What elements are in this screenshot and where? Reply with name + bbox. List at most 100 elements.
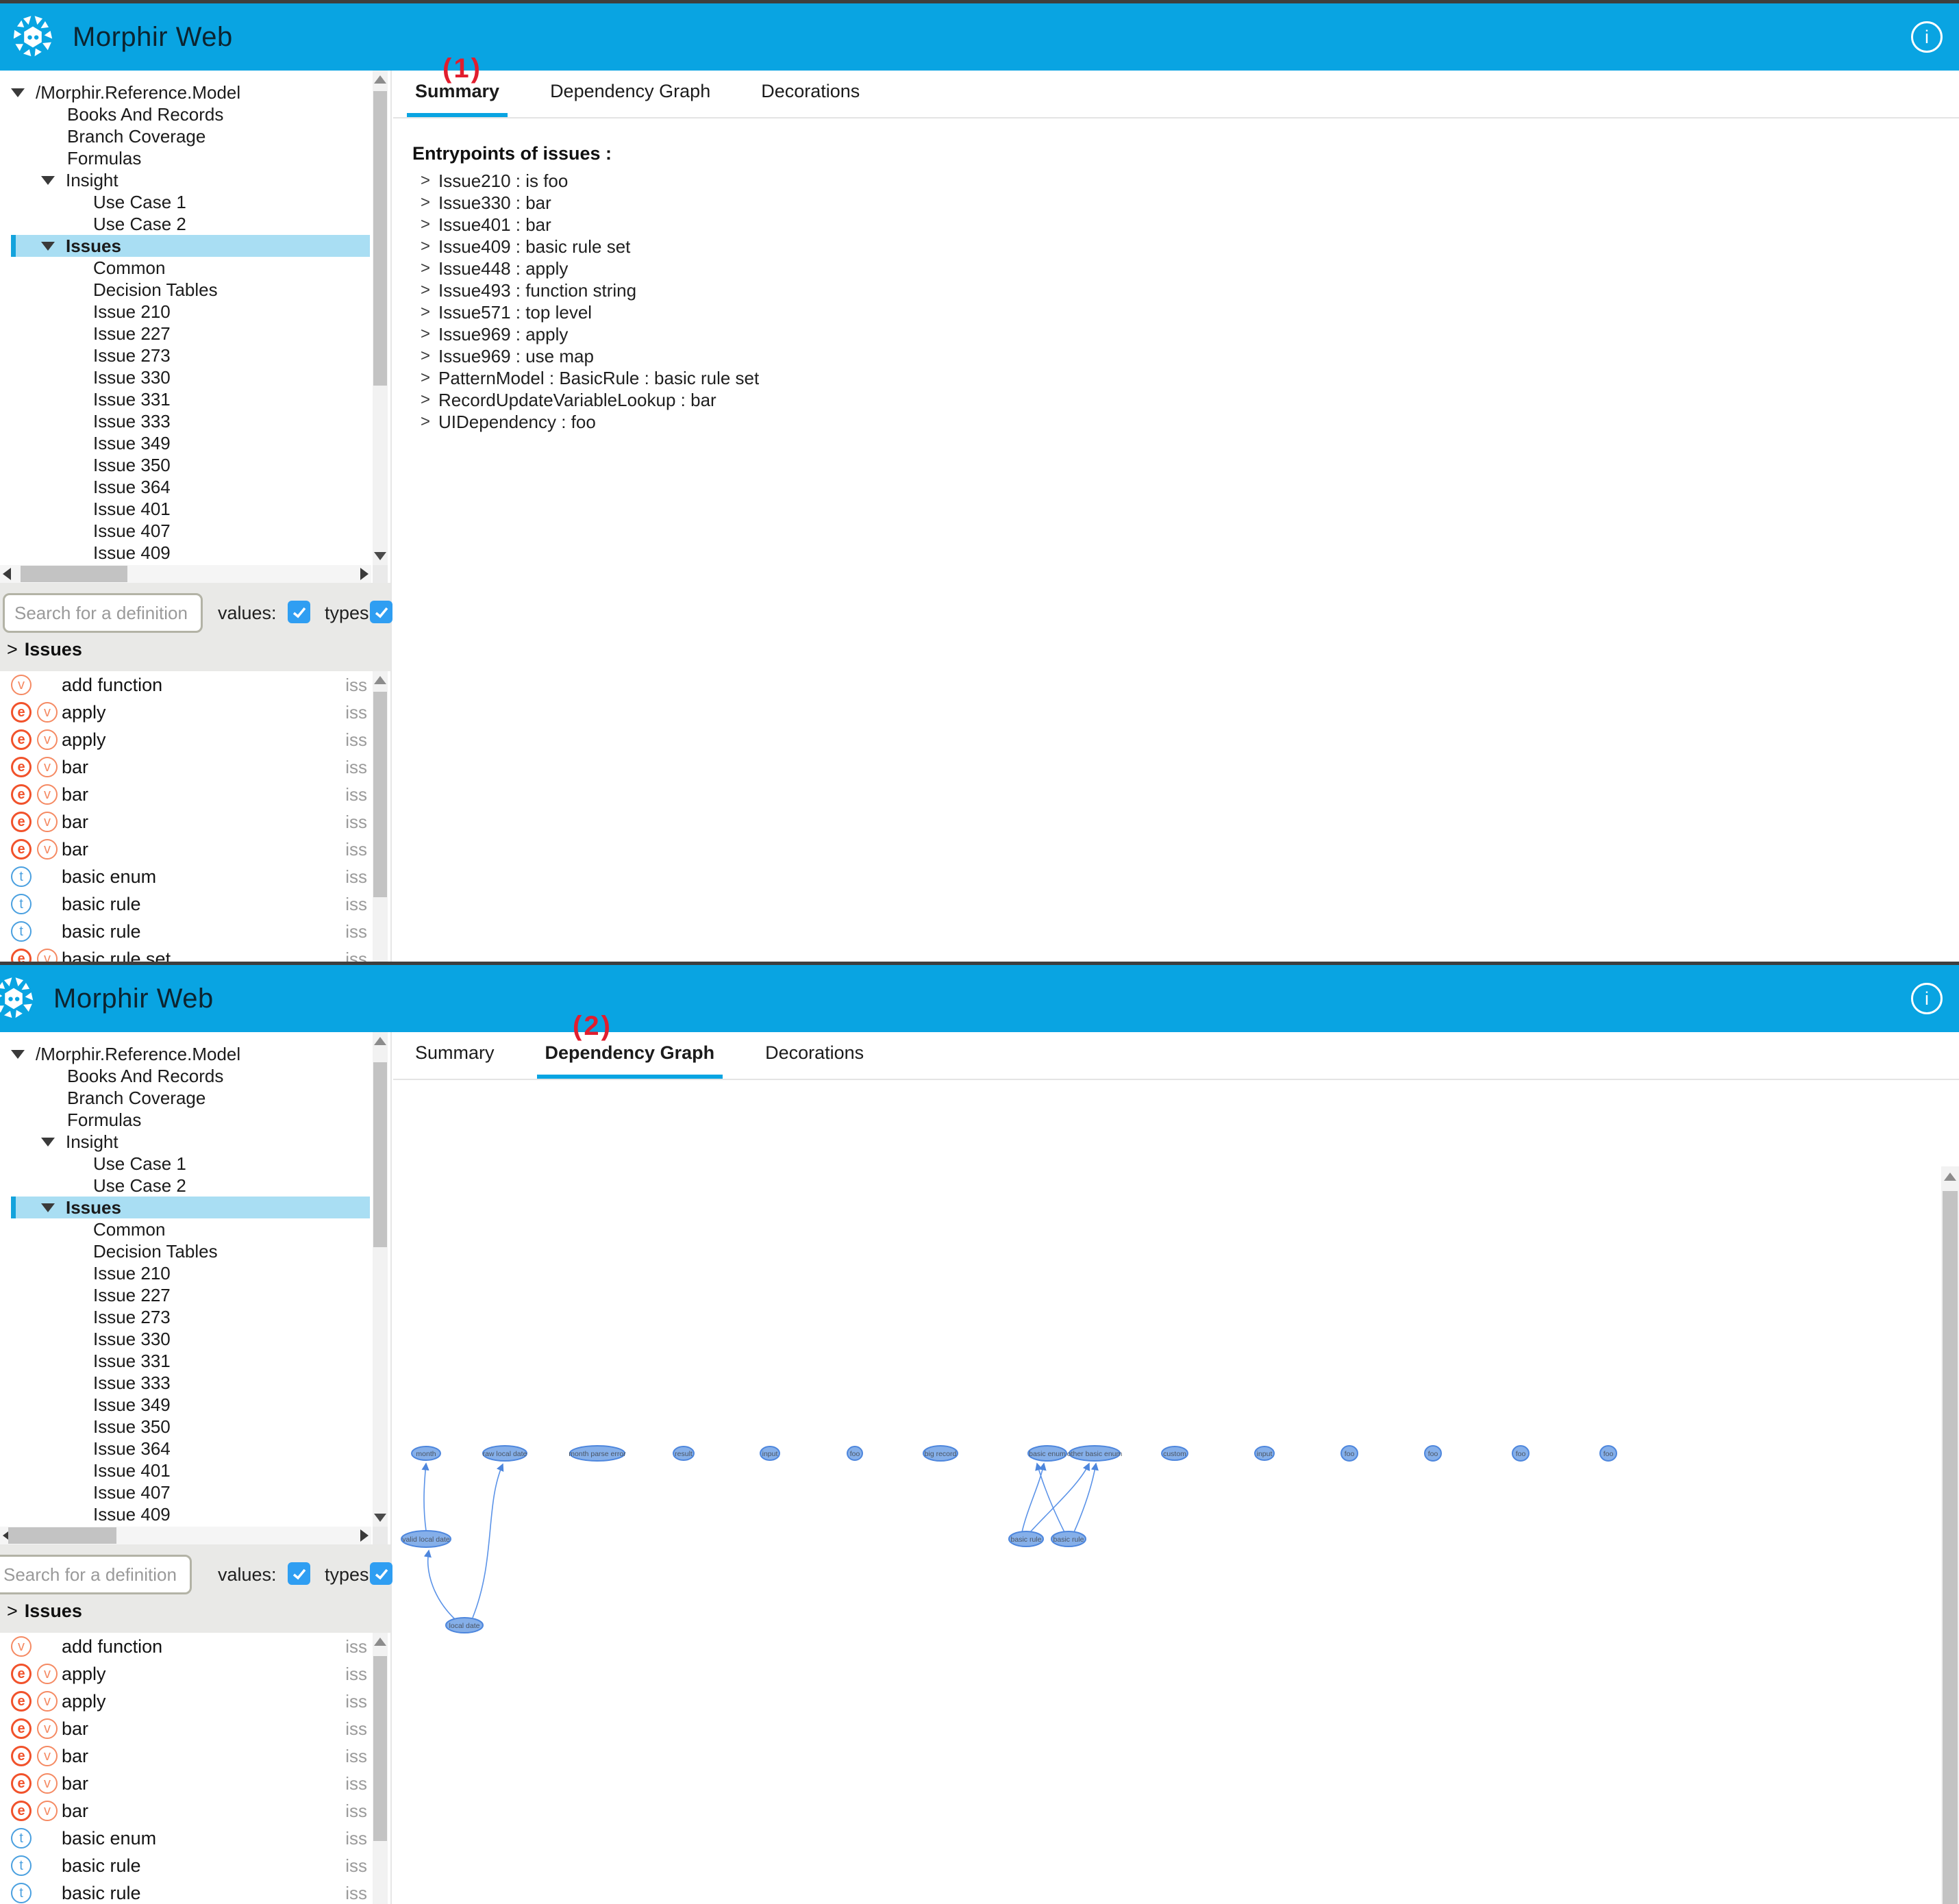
tree-item-morphir-reference-model[interactable]: /Morphir.Reference.Model [0,1043,371,1065]
definition-row-apply[interactable]: evapplyiss [0,726,371,753]
tree-item-formulas[interactable]: Formulas [0,147,371,169]
scroll-down-icon[interactable] [373,1509,388,1527]
definition-row-add-function[interactable]: vadd functioniss [0,1633,371,1660]
chevron-down-icon[interactable] [40,1203,56,1212]
entrypoint-uidependency-foo[interactable]: >UIDependency : foo [421,411,1959,433]
scrollbar-thumb[interactable] [373,1062,387,1247]
search-input[interactable] [0,1555,192,1594]
tree-item-issue-349[interactable]: Issue 349 [0,1394,371,1416]
tree-item-issue-330[interactable]: Issue 330 [0,1328,371,1350]
chevron-down-icon[interactable] [40,242,56,251]
chevron-down-icon[interactable] [40,176,56,185]
entrypoint-issue330-bar[interactable]: >Issue330 : bar [421,192,1959,214]
definitions-scrollbar[interactable] [373,671,388,962]
entrypoint-patternmodel-basicrule-basic-rule-set[interactable]: >PatternModel : BasicRule : basic rule s… [421,367,1959,389]
definition-row-bar[interactable]: evbariss [0,753,371,781]
scroll-right-icon[interactable] [358,565,371,583]
scroll-right-icon[interactable] [358,1527,371,1544]
entrypoint-issue409-basic-rule-set[interactable]: >Issue409 : basic rule set [421,236,1959,258]
tree-item-common[interactable]: Common [0,1218,371,1240]
definition-row-basic-enum[interactable]: tbasic enumiss [0,863,371,890]
definition-row-bar[interactable]: evbariss [0,808,371,836]
tree-item-common[interactable]: Common [0,257,371,279]
tree-item-decision-tables[interactable]: Decision Tables [0,279,371,301]
definition-row-apply[interactable]: evapplyiss [0,1688,371,1715]
scroll-up-icon[interactable] [373,1633,388,1651]
entrypoint-issue571-top-level[interactable]: >Issue571 : top level [421,301,1959,323]
values-checkbox[interactable] [288,1562,310,1585]
tree-item-use-case-2[interactable]: Use Case 2 [0,1175,371,1197]
types-checkbox[interactable] [370,601,392,623]
tree-item-issue-331[interactable]: Issue 331 [0,1350,371,1372]
tree-item-issue-331[interactable]: Issue 331 [0,388,371,410]
tree-item-issue-350[interactable]: Issue 350 [0,454,371,476]
definition-row-bar[interactable]: evbariss [0,781,371,808]
scrollbar-thumb[interactable] [373,692,387,897]
tree-item-issues[interactable]: Issues [11,235,370,257]
scroll-left-icon[interactable] [0,565,14,583]
tree-item-issue-364[interactable]: Issue 364 [0,1438,371,1460]
tab-decorations[interactable]: Decorations [753,81,868,117]
tree-item-issue-401[interactable]: Issue 401 [0,498,371,520]
tree-item-issue-210[interactable]: Issue 210 [0,1262,371,1284]
definition-row-bar[interactable]: evbariss [0,1797,371,1825]
scroll-up-icon[interactable] [373,71,388,88]
definition-row-basic-rule[interactable]: tbasic ruleiss [0,1879,371,1904]
tree-item-branch-coverage[interactable]: Branch Coverage [0,1087,371,1109]
scrollbar-thumb[interactable] [373,1656,387,1841]
scroll-up-icon[interactable] [373,671,388,689]
definition-row-add-function[interactable]: vadd functioniss [0,671,371,699]
definition-row-bar[interactable]: evbariss [0,836,371,863]
tab-dependency-graph[interactable]: Dependency Graph [537,1042,723,1079]
tab-decorations[interactable]: Decorations [757,1042,872,1079]
tree-item-issue-364[interactable]: Issue 364 [0,476,371,498]
tree-item-issues[interactable]: Issues [11,1197,370,1218]
tree-vertical-scrollbar[interactable] [373,71,388,565]
definition-row-apply[interactable]: evapplyiss [0,699,371,726]
types-checkbox[interactable] [370,1562,392,1585]
tree-item-insight[interactable]: Insight [0,1131,371,1153]
definition-row-bar[interactable]: evbariss [0,1715,371,1742]
tree-item-branch-coverage[interactable]: Branch Coverage [0,125,371,147]
tree-horizontal-scrollbar[interactable] [0,565,371,583]
definition-row-bar[interactable]: evbariss [0,1770,371,1797]
chevron-down-icon[interactable] [10,1050,26,1059]
tab-summary[interactable]: Summary [407,1042,503,1079]
definitions-group-header[interactable]: >Issues [7,1601,82,1622]
tree-item-formulas[interactable]: Formulas [0,1109,371,1131]
tree-item-issue-210[interactable]: Issue 210 [0,301,371,323]
tab-summary[interactable]: Summary [407,81,508,117]
info-icon[interactable]: i [1911,21,1943,53]
chevron-down-icon[interactable] [10,88,26,97]
tree-horizontal-scrollbar[interactable] [0,1527,371,1544]
scrollbar-thumb[interactable] [1943,1191,1958,1904]
definition-row-basic-rule[interactable]: tbasic ruleiss [0,1852,371,1879]
scroll-up-icon[interactable] [1941,1168,1959,1186]
definition-row-basic-rule-set[interactable]: evbasic rule setiss [0,945,371,962]
entrypoint-issue969-use-map[interactable]: >Issue969 : use map [421,345,1959,367]
entrypoint-issue210-is-foo[interactable]: >Issue210 : is foo [421,170,1959,192]
tree-item-issue-333[interactable]: Issue 333 [0,410,371,432]
tree-item-issue-273[interactable]: Issue 273 [0,345,371,366]
tree-item-books-and-records[interactable]: Books And Records [0,103,371,125]
tree-item-issue-407[interactable]: Issue 407 [0,1481,371,1503]
tree-vertical-scrollbar[interactable] [373,1032,388,1527]
tab-dependency-graph[interactable]: Dependency Graph [542,81,719,117]
tree-item-issue-349[interactable]: Issue 349 [0,432,371,454]
search-input[interactable] [3,593,203,633]
tree-item-issue-350[interactable]: Issue 350 [0,1416,371,1438]
dependency-graph-canvas[interactable]: monthraw local datemonth parse errorresu… [393,1080,1938,1856]
entrypoint-recordupdatevariablelookup-bar[interactable]: >RecordUpdateVariableLookup : bar [421,389,1959,411]
entrypoint-issue969-apply[interactable]: >Issue969 : apply [421,323,1959,345]
tree-item-issue-401[interactable]: Issue 401 [0,1460,371,1481]
tree-item-decision-tables[interactable]: Decision Tables [0,1240,371,1262]
entrypoint-issue448-apply[interactable]: >Issue448 : apply [421,258,1959,279]
definition-row-basic-rule[interactable]: tbasic ruleiss [0,890,371,918]
tree-item-issue-227[interactable]: Issue 227 [0,1284,371,1306]
scrollbar-thumb[interactable] [21,566,127,582]
definition-row-basic-enum[interactable]: tbasic enumiss [0,1825,371,1852]
chevron-down-icon[interactable] [40,1138,56,1147]
definitions-group-header[interactable]: >Issues [7,639,82,660]
scrollbar-thumb[interactable] [8,1527,116,1544]
tree-item-use-case-2[interactable]: Use Case 2 [0,213,371,235]
